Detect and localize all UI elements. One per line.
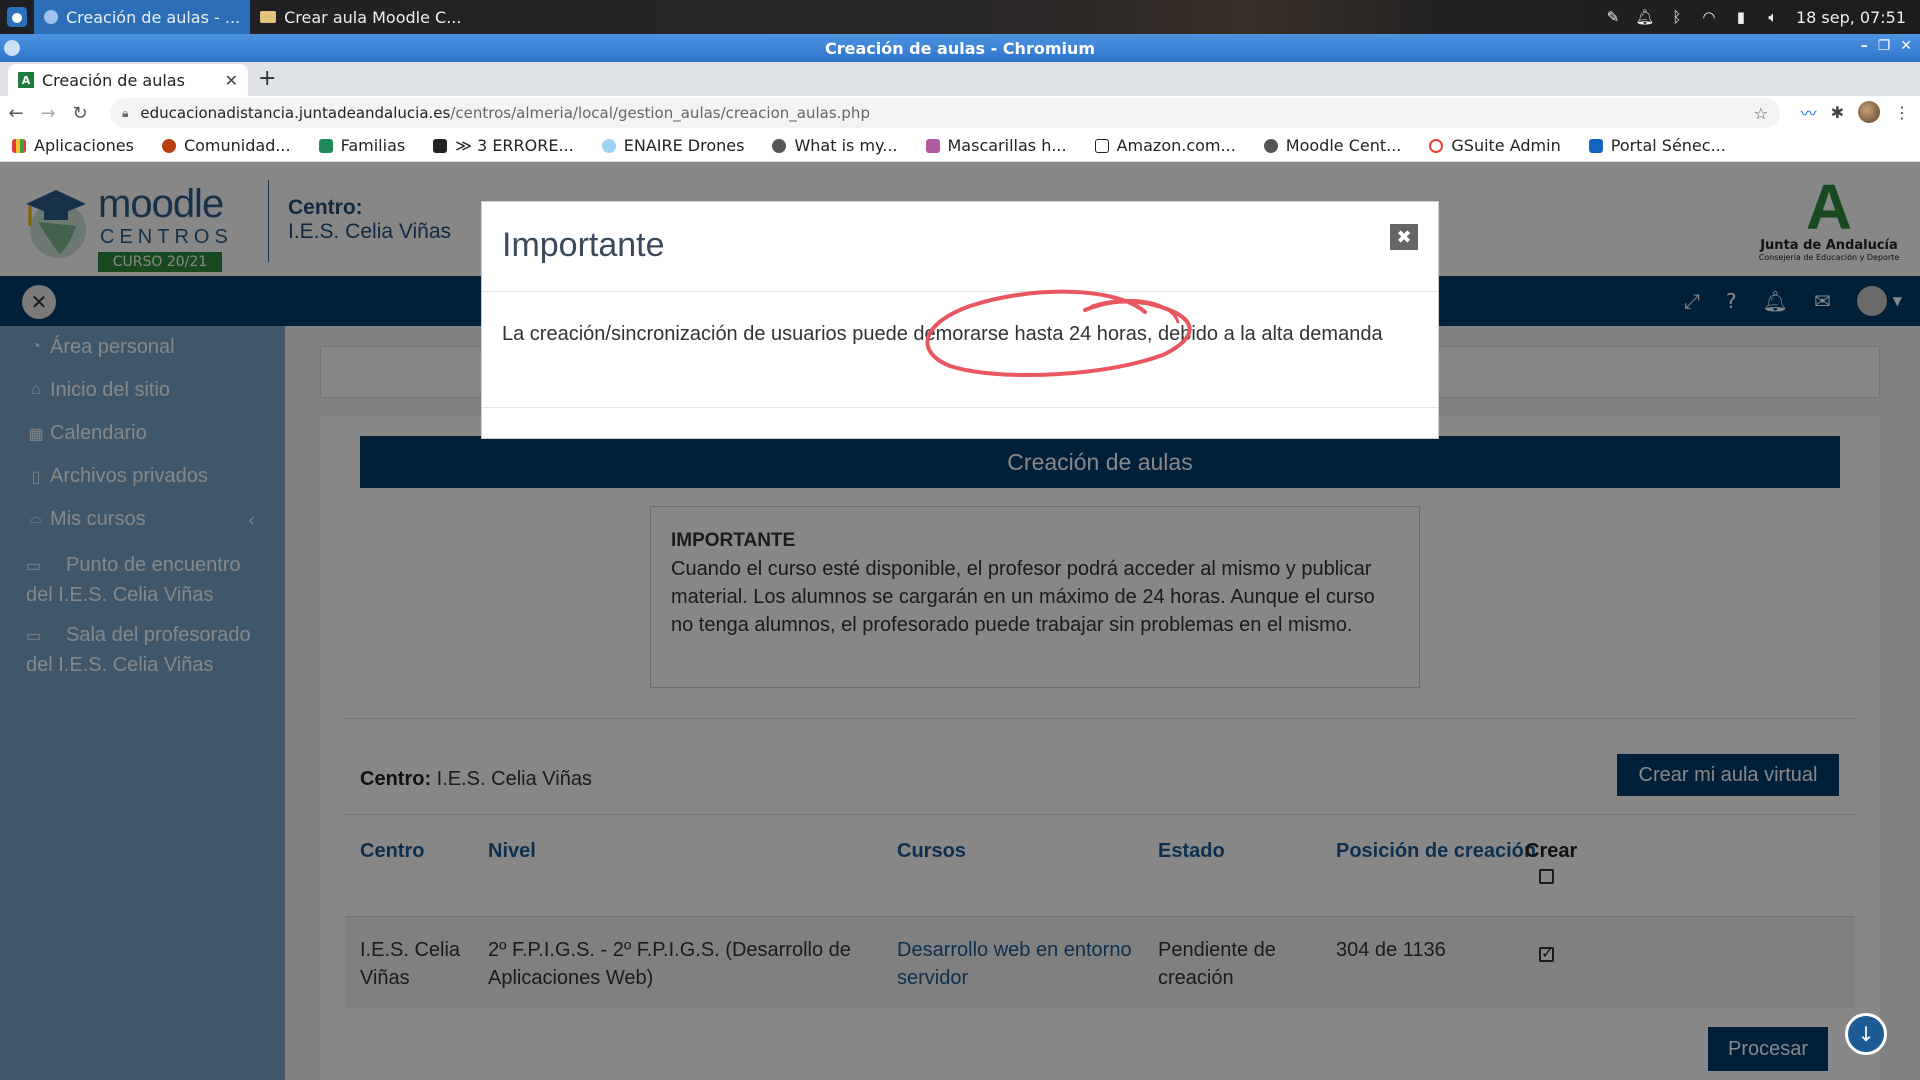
notes-icon[interactable]: ✎ — [1604, 8, 1622, 26]
bookmarks-bar: Aplicaciones Comunidad... Familias ≫ 3 E… — [0, 130, 1920, 162]
start-menu-button[interactable] — [0, 0, 34, 34]
puzzle-icon[interactable]: ✱ — [1831, 103, 1844, 122]
bookmark-label: ≫ 3 ERRORE... — [455, 136, 574, 155]
chromium-icon — [44, 10, 58, 24]
seneca-icon — [1588, 138, 1603, 153]
lock-icon: 🔒︎ — [122, 105, 129, 120]
bookmark-item[interactable]: Comunidad... — [161, 136, 291, 155]
restore-icon[interactable]: ❐ — [1878, 38, 1891, 54]
junta-favicon-icon: A — [18, 72, 34, 88]
browser-tab[interactable]: A Creación de aulas ✕ — [8, 64, 248, 96]
new-tab-button[interactable]: + — [258, 66, 276, 91]
back-icon[interactable]: ← — [0, 103, 32, 124]
system-tray: ✎ 🔔︎ ᛒ ◠ ▮ 🔈︎ 18 sep, 07:51 — [1604, 0, 1920, 34]
bookmark-label: What is my... — [794, 136, 898, 155]
bookmark-item[interactable]: Portal Sénec... — [1588, 136, 1726, 155]
scroll-down-icon[interactable]: ↓ — [1845, 1013, 1887, 1055]
os-taskbar: Creación de aulas - ... Crear aula Moodl… — [0, 0, 1920, 34]
tab-title: Creación de aulas — [42, 70, 185, 90]
bookmark-label: Amazon.com... — [1116, 136, 1236, 155]
modal-footer-divider — [482, 407, 1438, 408]
globe-icon — [1263, 138, 1278, 153]
extension-icon[interactable]: 〰 — [1801, 100, 1817, 124]
taskbar-task-label: Crear aula Moodle C... — [284, 7, 462, 27]
close-window-icon[interactable]: ✕ — [1900, 38, 1912, 54]
menu-kebab-icon[interactable]: ⋮ — [1894, 103, 1910, 122]
bookmark-label: Portal Sénec... — [1610, 136, 1726, 155]
tab-strip: A Creación de aulas ✕ + — [0, 62, 1920, 96]
start-logo-icon — [7, 7, 27, 27]
bookmark-item[interactable]: Familias — [318, 136, 406, 155]
bookmark-star-icon[interactable]: ☆ — [1754, 104, 1768, 123]
bookmark-label: Mascarillas h... — [947, 136, 1067, 155]
clock[interactable]: 18 sep, 07:51 — [1796, 8, 1906, 27]
battery-icon[interactable]: ▮ — [1732, 8, 1750, 26]
bookmark-label: Comunidad... — [183, 136, 291, 155]
drone-icon — [601, 138, 616, 153]
address-bar[interactable]: 🔒︎ educacionadistancia.juntadeandalucia.… — [110, 98, 1780, 128]
url-path: /centros/almeria/local/gestion_aulas/cre… — [450, 104, 870, 122]
modal-header: Importante ✖ — [482, 202, 1438, 292]
url-host: educacionadistancia.juntadeandalucia.es — [140, 104, 451, 122]
families-icon — [318, 138, 333, 153]
window-title: Creación de aulas - Chromium — [824, 38, 1096, 58]
browser-toolbar: ← → ↻ 🔒︎ educacionadistancia.juntadeanda… — [0, 96, 1920, 130]
taskbar-task-folder[interactable]: Crear aula Moodle C... — [250, 0, 471, 34]
chromium-icon — [4, 40, 20, 56]
important-modal: Importante ✖ La creación/sincronización … — [481, 201, 1439, 439]
window-title-bar: Creación de aulas - Chromium – ❐ ✕ — [0, 34, 1920, 62]
taskbar-task-chromium[interactable]: Creación de aulas - ... — [34, 0, 251, 34]
close-tab-icon[interactable]: ✕ — [225, 71, 238, 90]
taskbar-task-label: Creación de aulas - ... — [66, 7, 241, 27]
bookmark-label: Aplicaciones — [34, 136, 134, 155]
volume-muted-icon[interactable]: 🔈︎ — [1764, 8, 1782, 26]
bookmark-label: ENAIRE Drones — [623, 136, 745, 155]
globe-icon — [772, 138, 787, 153]
video-icon — [433, 138, 448, 153]
bookmark-item[interactable]: ENAIRE Drones — [601, 136, 745, 155]
community-icon — [161, 138, 176, 153]
reload-icon[interactable]: ↻ — [64, 103, 96, 124]
modal-body: La creación/sincronización de usuarios p… — [502, 323, 1383, 345]
bookmark-item[interactable]: GSuite Admin — [1429, 136, 1561, 155]
modal-close-button[interactable]: ✖ — [1390, 224, 1418, 250]
bookmark-item[interactable]: What is my... — [772, 136, 898, 155]
apps-grid-icon — [12, 138, 26, 153]
bluetooth-icon[interactable]: ᛒ — [1668, 8, 1686, 26]
mask-icon — [925, 138, 940, 153]
bookmark-label: Familias — [340, 136, 406, 155]
profile-avatar[interactable] — [1858, 101, 1880, 123]
amazon-icon — [1094, 138, 1109, 153]
google-icon — [1429, 138, 1444, 153]
bookmark-item[interactable]: Amazon.com... — [1094, 136, 1236, 155]
bookmark-label: Moodle Cent... — [1285, 136, 1402, 155]
bookmark-item[interactable]: Moodle Cent... — [1263, 136, 1402, 155]
bookmark-label: GSuite Admin — [1451, 136, 1561, 155]
modal-title: Importante — [502, 226, 665, 264]
minimize-icon[interactable]: – — [1861, 38, 1868, 54]
folder-icon — [260, 11, 277, 23]
forward-icon[interactable]: → — [32, 103, 64, 124]
bookmark-item[interactable]: Mascarillas h... — [925, 136, 1067, 155]
wifi-icon[interactable]: ◠ — [1700, 8, 1718, 26]
bookmark-item[interactable]: ≫ 3 ERRORE... — [433, 136, 574, 155]
bell-icon[interactable]: 🔔︎ — [1635, 8, 1654, 26]
bookmark-apps[interactable]: Aplicaciones — [12, 136, 134, 155]
